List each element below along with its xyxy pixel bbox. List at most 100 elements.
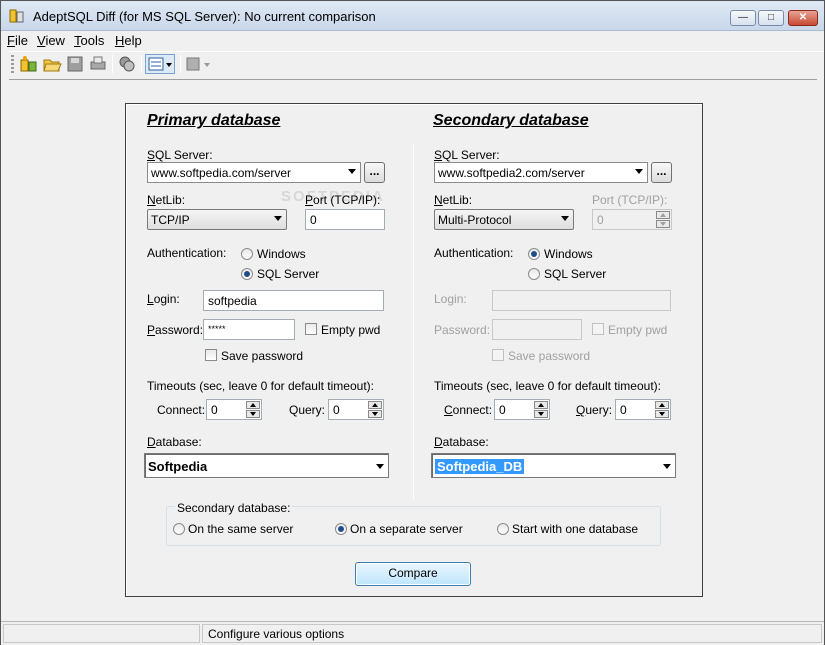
primary-empty-pwd-label: Empty pwd [321,323,381,337]
maximize-button[interactable]: □ [758,10,784,26]
secondary-auth-windows-radio[interactable] [528,248,540,260]
secondary-password-input[interactable] [492,319,582,340]
primary-save-password-checkbox[interactable] [205,349,217,361]
secondary-browse-server-button[interactable]: ... [651,162,672,183]
primary-connect-timeout-spinner[interactable]: 0 [206,399,262,420]
open-folder-icon[interactable] [42,54,62,74]
secondary-auth-windows-label: Windows [544,247,593,261]
status-bar: Configure various options [1,621,824,645]
spinner-buttons[interactable] [655,401,669,418]
secondary-mode-group-label: Secondary database: [175,501,293,515]
compare-db-icon[interactable] [117,54,137,74]
spin-down-icon[interactable] [656,220,670,228]
app-window: AdeptSQL Diff (for MS SQL Server): No cu… [0,0,825,645]
menu-help[interactable]: Help [115,33,142,48]
primary-database-value: Softpedia [148,459,208,474]
secondary-database-combo[interactable]: Softpedia_DB [431,453,676,478]
secondary-connect-timeout-spinner[interactable]: 0 [494,399,550,420]
spinner-buttons[interactable] [368,401,382,418]
secondary-netlib-combo[interactable]: Multi-Protocol [434,209,574,230]
script-icon[interactable] [184,54,214,74]
secondary-save-password-label: Save password [508,349,591,363]
primary-auth-sql-radio[interactable] [241,268,253,280]
primary-empty-pwd-checkbox[interactable] [305,323,317,335]
print-icon[interactable] [88,54,108,74]
options-dropdown-icon[interactable] [145,54,175,74]
chevron-down-icon [376,464,384,469]
secondary-auth-label: Authentication: [434,246,514,260]
primary-browse-server-button[interactable]: ... [364,162,385,183]
spin-down-icon[interactable] [655,410,669,418]
primary-password-label: Password: [147,323,204,337]
mode-same-server-label: On the same server [188,522,294,536]
title-bar[interactable]: AdeptSQL Diff (for MS SQL Server): No cu… [1,1,824,31]
spinner-buttons[interactable] [534,401,548,418]
secondary-database-value: Softpedia_DB [435,459,525,474]
secondary-query-timeout-spinner[interactable]: 0 [615,399,671,420]
secondary-sql-server-combo[interactable]: www.softpedia2.com/server [434,162,648,183]
secondary-connect-label: Connect: [444,403,493,417]
secondary-port-label: Port (TCP/IP): [592,193,668,207]
secondary-port-spinner[interactable]: 0 [592,209,672,230]
secondary-heading: Secondary database [433,112,589,129]
panel-divider [413,143,414,499]
spin-down-icon[interactable] [246,410,260,418]
primary-auth-label: Authentication: [147,246,227,260]
secondary-timeouts-label: Timeouts (sec, leave 0 for default timeo… [434,379,661,393]
secondary-netlib-label: NetLib: [434,193,473,207]
compare-button[interactable]: Compare [355,562,471,586]
spinner-buttons[interactable] [656,211,670,228]
secondary-login-input[interactable] [492,290,671,311]
primary-sql-server-combo[interactable]: www.softpedia.com/server [147,162,361,183]
mode-same-server-radio[interactable] [173,523,185,535]
spin-up-icon[interactable] [656,211,670,219]
new-comparison-icon[interactable] [19,54,39,74]
spinner-buttons[interactable] [246,401,260,418]
minimize-button[interactable]: — [730,10,756,26]
app-icon [9,9,24,23]
primary-port-spinner[interactable]: 0 [305,209,385,230]
primary-database-label: Database: [147,435,202,449]
secondary-empty-pwd-checkbox[interactable] [592,323,604,335]
secondary-query-value: 0 [620,403,627,417]
primary-netlib-label: NetLib: [147,193,186,207]
primary-database-combo[interactable]: Softpedia [144,453,389,478]
spin-up-icon[interactable] [246,401,260,409]
primary-netlib-combo[interactable]: TCP/IP [147,209,287,230]
close-button[interactable]: ✕ [788,10,818,26]
menu-file[interactable]: File [7,33,28,48]
spin-down-icon[interactable] [534,410,548,418]
toolbar-separator [141,55,142,73]
toolbar-separator [180,55,181,73]
menu-tools[interactable]: Tools [74,33,104,48]
maximize-icon: □ [767,12,775,23]
primary-query-value: 0 [333,403,340,417]
spin-down-icon[interactable] [368,410,382,418]
spin-up-icon[interactable] [368,401,382,409]
mode-one-database-label: Start with one database [512,522,639,536]
primary-password-input[interactable]: ***** [203,319,295,340]
save-icon[interactable] [65,54,85,74]
status-pane-main: Configure various options [202,624,822,643]
primary-auth-sql-label: SQL Server [257,267,320,281]
menu-view[interactable]: View [37,33,65,48]
mode-separate-server-label: On a separate server [350,522,463,536]
primary-query-timeout-spinner[interactable]: 0 [328,399,384,420]
status-text: Configure various options [208,627,345,641]
primary-heading: Primary database [147,112,281,129]
primary-auth-windows-radio[interactable] [241,248,253,260]
spin-up-icon[interactable] [655,401,669,409]
primary-login-input[interactable]: softpedia [203,290,384,311]
secondary-netlib-value: Multi-Protocol [438,213,512,227]
primary-password-value: ***** [208,324,226,334]
toolbar-grip[interactable] [11,55,14,73]
secondary-auth-sql-label: SQL Server [544,267,607,281]
secondary-connect-value: 0 [499,403,506,417]
secondary-auth-sql-radio[interactable] [528,268,540,280]
menu-bar: File View Tools Help [1,31,824,51]
mode-separate-server-radio[interactable] [335,523,347,535]
spin-up-icon[interactable] [534,401,548,409]
secondary-save-password-checkbox[interactable] [492,349,504,361]
chevron-down-icon [348,169,356,174]
mode-one-database-radio[interactable] [497,523,509,535]
